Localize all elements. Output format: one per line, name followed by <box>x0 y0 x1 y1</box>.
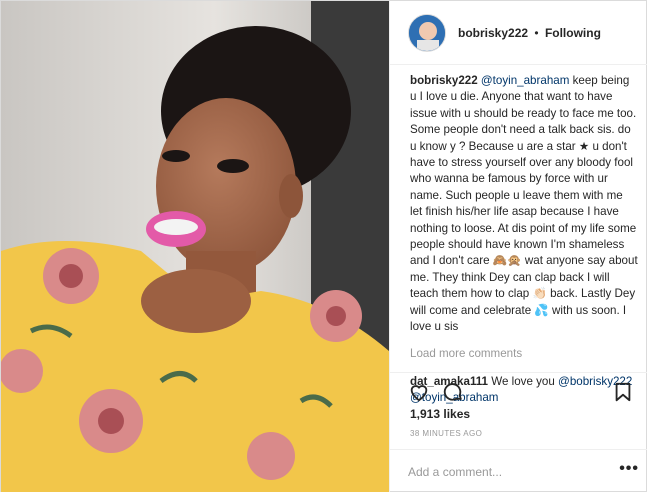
heart-icon[interactable] <box>408 381 430 403</box>
follow-status-button[interactable]: Following <box>545 26 601 40</box>
caption-mention[interactable]: @toyin_abraham <box>481 74 569 87</box>
post-username[interactable]: bobrisky222 <box>458 26 528 40</box>
bookmark-icon[interactable] <box>612 381 634 403</box>
post-photo[interactable] <box>1 1 389 492</box>
add-comment-section: ••• <box>390 449 647 492</box>
caption-text: keep being u I love u die. Anyone that w… <box>410 74 638 334</box>
comments-list: bobrisky222 @toyin_abraham keep being u … <box>410 73 638 411</box>
avatar-image <box>409 14 445 51</box>
caption-username[interactable]: bobrisky222 <box>410 74 478 87</box>
post-image <box>1 1 389 492</box>
post-header: bobrisky222 • Following <box>390 1 647 65</box>
comment-bubble-icon[interactable] <box>442 381 464 403</box>
add-comment-input[interactable] <box>408 462 598 482</box>
header-text: bobrisky222 • Following <box>458 26 601 40</box>
post-side-panel: bobrisky222 • Following bobrisky222 @toy… <box>389 1 647 492</box>
action-bar <box>408 381 634 405</box>
likes-count[interactable]: 1,913 likes <box>410 407 470 421</box>
actions-section <box>390 372 647 402</box>
caption: bobrisky222 @toyin_abraham keep being u … <box>410 73 638 336</box>
header-separator: • <box>534 25 539 40</box>
more-options-icon[interactable]: ••• <box>619 460 639 478</box>
avatar[interactable] <box>408 13 446 52</box>
load-more-comments-button[interactable]: Load more comments <box>410 346 638 362</box>
instagram-post: bobrisky222 • Following bobrisky222 @toy… <box>0 0 647 492</box>
post-timestamp[interactable]: 38 MINUTES AGO <box>410 429 482 438</box>
